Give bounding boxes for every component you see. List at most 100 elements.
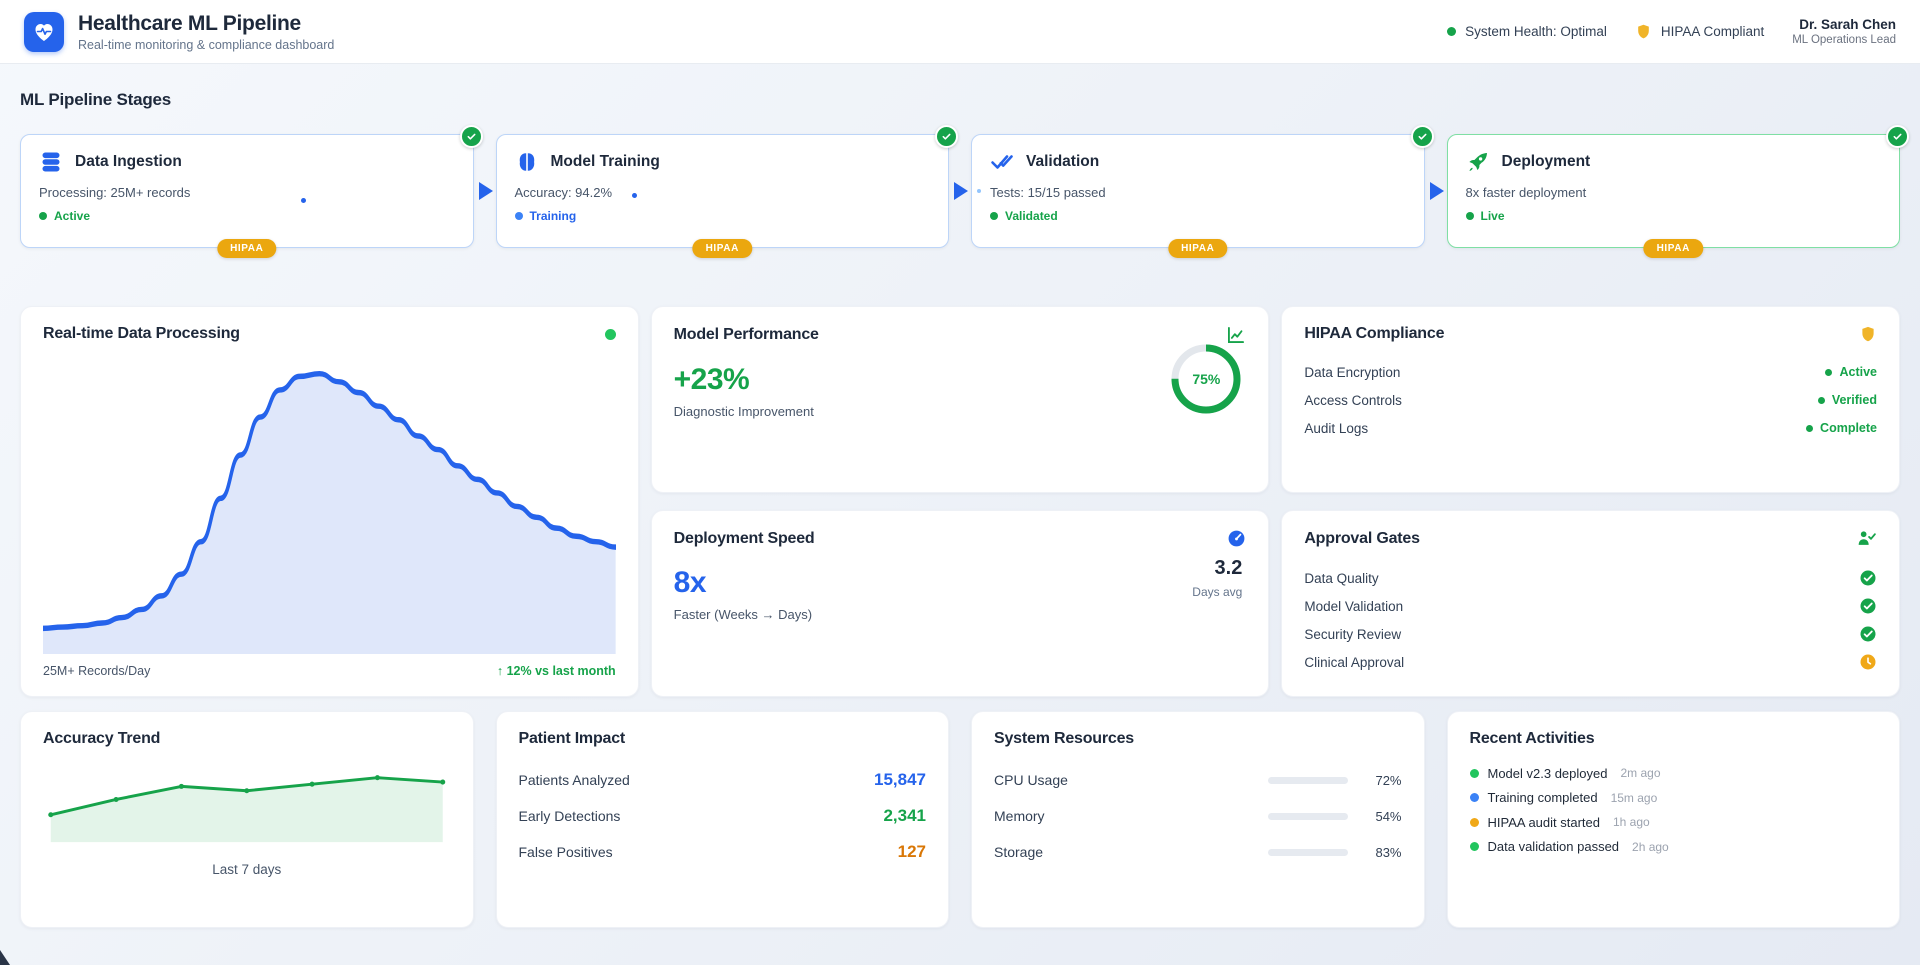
rocket-icon [1466,150,1490,174]
resource-row: Storage 83% [994,834,1402,870]
recent-activities-card: Recent Activities Model v2.3 deployed 2m… [1447,711,1901,928]
flow-arrow-icon [1430,182,1444,200]
approval-row: Security Review [1304,620,1877,648]
trend-caption: Last 7 days [43,862,451,877]
resource-row: Memory 54% [994,798,1402,834]
compliance-row: Access Controls Verified [1304,386,1877,414]
brain-icon [515,150,539,174]
chart-footer-delta: ↑ 12% vs last month [497,664,616,678]
stage-title: Deployment [1502,153,1591,171]
deployment-speed-card: Deployment Speed 8x Faster (Weeks → Days… [651,510,1270,697]
days-avg-label: Days avg [1192,585,1242,599]
compliance-label: Access Controls [1304,393,1402,408]
resource-label: CPU Usage [994,772,1268,788]
impact-value: 2,341 [883,806,926,826]
system-health-status: System Health: Optimal [1447,24,1607,39]
line-chart-icon [1226,325,1246,345]
shield-icon [1859,325,1877,343]
impact-row: Patients Analyzed 15,847 [519,762,927,798]
performance-label: Diagnostic Improvement [674,404,1247,419]
page-subtitle: Real-time monitoring & compliance dashbo… [78,38,334,52]
hipaa-pill-badge: HIPAA [1168,239,1227,258]
activity-item: Model v2.3 deployed 2m ago [1470,761,1878,786]
progress-bar [1268,777,1348,784]
activity-time: 2h ago [1632,840,1669,854]
stage-status-label: Active [54,209,90,223]
status-dot-icon [1818,397,1825,404]
stage-card-deployment: Deployment 8x faster deployment Live HIP… [1447,134,1901,248]
check-badge-icon [935,125,958,148]
compliance-row: Audit Logs Complete [1304,414,1877,442]
health-dot-icon [1447,27,1456,36]
progress-ring-label: 75% [1170,343,1242,415]
card-title: Model Performance [674,326,819,344]
user-check-icon [1857,529,1877,549]
resource-row: CPU Usage 72% [994,762,1402,798]
activity-text: HIPAA audit started [1488,815,1601,830]
compliance-row: Data Encryption Active [1304,358,1877,386]
activity-dot-icon [1470,793,1479,802]
status-dot-icon [515,212,523,220]
approval-label: Data Quality [1304,571,1378,586]
activity-time: 15m ago [1611,791,1658,805]
activity-text: Model v2.3 deployed [1488,766,1608,781]
card-title: Patient Impact [519,730,626,748]
stage-status-label: Training [530,209,577,223]
compliance-label: Data Encryption [1304,365,1400,380]
resource-percent: 83% [1358,845,1402,860]
heart-pulse-icon [32,20,56,44]
compliance-status: Active [1839,365,1877,379]
activity-time: 2m ago [1620,766,1660,780]
user-name: Dr. Sarah Chen [1792,17,1896,32]
stage-title: Model Training [551,153,660,171]
hipaa-pill-badge: HIPAA [693,239,752,258]
user-role: ML Operations Lead [1792,34,1896,46]
status-dot-icon [1466,212,1474,220]
approval-label: Model Validation [1304,599,1403,614]
app-logo [24,12,64,52]
impact-label: Early Detections [519,808,621,824]
resource-label: Memory [994,808,1268,824]
stage-detail: Accuracy: 94.2% [515,185,931,200]
activity-item: HIPAA audit started 1h ago [1470,810,1878,835]
page-title: Healthcare ML Pipeline [78,12,334,36]
check-badge-icon [1886,125,1909,148]
card-title: System Resources [994,730,1134,748]
throughput-area-chart [43,355,616,654]
impact-row: Early Detections 2,341 [519,798,927,834]
activity-item: Training completed 15m ago [1470,786,1878,811]
system-health-label: System Health: Optimal [1465,24,1607,39]
card-title: Recent Activities [1470,730,1595,748]
flow-arrow-icon [479,182,493,200]
impact-label: False Positives [519,844,613,860]
check-badge-icon [460,125,483,148]
compliance-status: Verified [1832,393,1877,407]
speed-value: 8x [674,566,1247,600]
approval-row: Model Validation [1304,592,1877,620]
section-title-pipeline: ML Pipeline Stages [20,90,1900,110]
approval-label: Clinical Approval [1304,655,1404,670]
progress-bar [1268,849,1348,856]
stage-status-label: Validated [1005,209,1058,223]
card-title: Approval Gates [1304,530,1419,548]
model-performance-card: Model Performance +23% Diagnostic Improv… [651,306,1270,493]
hipaa-badge-label: HIPAA Compliant [1661,24,1764,39]
impact-value: 15,847 [874,770,926,790]
check-circle-icon [1859,597,1877,615]
progress-bar [1268,813,1348,820]
activity-item: Data validation passed 2h ago [1470,835,1878,860]
stage-card-validation: Validation Tests: 15/15 passed Validated… [971,134,1425,248]
chart-footer-left: 25M+ Records/Day [43,664,150,678]
hipaa-pill-badge: HIPAA [1644,239,1703,258]
pipeline-stages: Data Ingestion Processing: 25M+ records … [20,134,1900,248]
card-title: Accuracy Trend [43,730,160,748]
impact-row: False Positives 127 [519,834,927,870]
status-dot-icon [39,212,47,220]
approval-row: Data Quality [1304,564,1877,592]
activity-dot-icon [1470,818,1479,827]
app-header: Healthcare ML Pipeline Real-time monitor… [0,0,1920,64]
accuracy-line-chart [43,764,451,846]
check-badge-icon [1411,125,1434,148]
impact-value: 127 [898,842,926,862]
system-resources-card: System Resources CPU Usage 72% Memory 54… [971,711,1425,928]
